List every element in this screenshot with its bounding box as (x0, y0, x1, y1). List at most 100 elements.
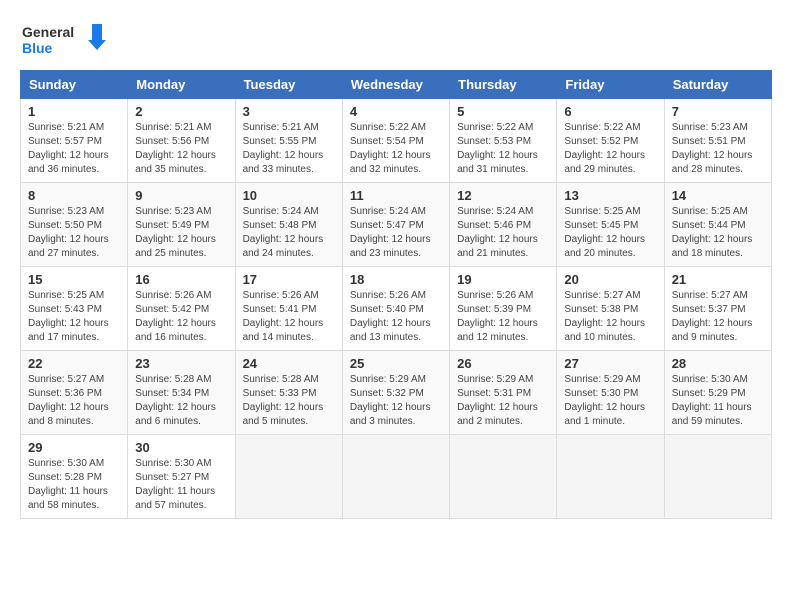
day-number: 20 (564, 272, 656, 287)
day-info: Sunrise: 5:26 AM Sunset: 5:42 PM Dayligh… (135, 289, 227, 345)
calendar-table: SundayMondayTuesdayWednesdayThursdayFrid… (20, 70, 772, 519)
day-number: 22 (28, 356, 120, 371)
day-info: Sunrise: 5:21 AM Sunset: 5:55 PM Dayligh… (243, 121, 335, 177)
day-info: Sunrise: 5:22 AM Sunset: 5:53 PM Dayligh… (457, 121, 549, 177)
weekday-header: Wednesday (342, 71, 449, 99)
weekday-header: Thursday (450, 71, 557, 99)
calendar-cell: 16 Sunrise: 5:26 AM Sunset: 5:42 PM Dayli… (128, 267, 235, 351)
day-number: 23 (135, 356, 227, 371)
day-number: 11 (350, 188, 442, 203)
calendar-cell: 8 Sunrise: 5:23 AM Sunset: 5:50 PM Daylig… (21, 183, 128, 267)
day-info: Sunrise: 5:29 AM Sunset: 5:30 PM Dayligh… (564, 373, 656, 429)
calendar-cell: 5 Sunrise: 5:22 AM Sunset: 5:53 PM Daylig… (450, 99, 557, 183)
calendar-cell (557, 435, 664, 519)
day-info: Sunrise: 5:21 AM Sunset: 5:57 PM Dayligh… (28, 121, 120, 177)
page-header: General Blue (20, 20, 772, 60)
day-number: 9 (135, 188, 227, 203)
day-info: Sunrise: 5:29 AM Sunset: 5:32 PM Dayligh… (350, 373, 442, 429)
calendar-cell: 9 Sunrise: 5:23 AM Sunset: 5:49 PM Daylig… (128, 183, 235, 267)
day-info: Sunrise: 5:28 AM Sunset: 5:33 PM Dayligh… (243, 373, 335, 429)
day-number: 8 (28, 188, 120, 203)
calendar-cell (342, 435, 449, 519)
day-info: Sunrise: 5:23 AM Sunset: 5:51 PM Dayligh… (672, 121, 764, 177)
day-info: Sunrise: 5:26 AM Sunset: 5:41 PM Dayligh… (243, 289, 335, 345)
logo-text: General Blue (20, 20, 110, 60)
day-info: Sunrise: 5:22 AM Sunset: 5:54 PM Dayligh… (350, 121, 442, 177)
day-info: Sunrise: 5:25 AM Sunset: 5:45 PM Dayligh… (564, 205, 656, 261)
svg-text:General: General (22, 24, 74, 40)
day-number: 2 (135, 104, 227, 119)
calendar-cell: 14 Sunrise: 5:25 AM Sunset: 5:44 PM Dayli… (664, 183, 771, 267)
day-number: 26 (457, 356, 549, 371)
day-number: 24 (243, 356, 335, 371)
calendar-cell: 20 Sunrise: 5:27 AM Sunset: 5:38 PM Dayli… (557, 267, 664, 351)
calendar-cell: 4 Sunrise: 5:22 AM Sunset: 5:54 PM Daylig… (342, 99, 449, 183)
weekday-header: Sunday (21, 71, 128, 99)
day-number: 15 (28, 272, 120, 287)
calendar-cell: 25 Sunrise: 5:29 AM Sunset: 5:32 PM Dayli… (342, 351, 449, 435)
calendar-cell: 11 Sunrise: 5:24 AM Sunset: 5:47 PM Dayli… (342, 183, 449, 267)
day-number: 25 (350, 356, 442, 371)
calendar-cell: 15 Sunrise: 5:25 AM Sunset: 5:43 PM Dayli… (21, 267, 128, 351)
calendar-cell: 30 Sunrise: 5:30 AM Sunset: 5:27 PM Dayli… (128, 435, 235, 519)
day-number: 30 (135, 440, 227, 455)
calendar-cell: 23 Sunrise: 5:28 AM Sunset: 5:34 PM Dayli… (128, 351, 235, 435)
logo-svg: General Blue (20, 20, 110, 60)
calendar-cell: 26 Sunrise: 5:29 AM Sunset: 5:31 PM Dayli… (450, 351, 557, 435)
day-info: Sunrise: 5:28 AM Sunset: 5:34 PM Dayligh… (135, 373, 227, 429)
day-info: Sunrise: 5:30 AM Sunset: 5:27 PM Dayligh… (135, 457, 227, 513)
calendar-cell: 1 Sunrise: 5:21 AM Sunset: 5:57 PM Daylig… (21, 99, 128, 183)
calendar-cell: 13 Sunrise: 5:25 AM Sunset: 5:45 PM Dayli… (557, 183, 664, 267)
day-number: 4 (350, 104, 442, 119)
day-number: 14 (672, 188, 764, 203)
weekday-header: Tuesday (235, 71, 342, 99)
weekday-header: Friday (557, 71, 664, 99)
day-info: Sunrise: 5:25 AM Sunset: 5:43 PM Dayligh… (28, 289, 120, 345)
day-info: Sunrise: 5:27 AM Sunset: 5:37 PM Dayligh… (672, 289, 764, 345)
day-info: Sunrise: 5:30 AM Sunset: 5:28 PM Dayligh… (28, 457, 120, 513)
day-number: 13 (564, 188, 656, 203)
calendar-cell (235, 435, 342, 519)
weekday-header: Monday (128, 71, 235, 99)
day-info: Sunrise: 5:21 AM Sunset: 5:56 PM Dayligh… (135, 121, 227, 177)
calendar-cell: 22 Sunrise: 5:27 AM Sunset: 5:36 PM Dayli… (21, 351, 128, 435)
day-number: 17 (243, 272, 335, 287)
logo: General Blue (20, 20, 110, 60)
svg-text:Blue: Blue (22, 40, 53, 56)
day-info: Sunrise: 5:25 AM Sunset: 5:44 PM Dayligh… (672, 205, 764, 261)
calendar-cell: 10Sunrise: 5:24 AM Sunset: 5:48 PM Dayli… (235, 183, 342, 267)
day-info: Sunrise: 5:29 AM Sunset: 5:31 PM Dayligh… (457, 373, 549, 429)
day-number: 5 (457, 104, 549, 119)
day-number: 3 (243, 104, 335, 119)
day-number: 1 (28, 104, 120, 119)
day-info: Sunrise: 5:24 AM Sunset: 5:46 PM Dayligh… (457, 205, 549, 261)
day-info: Sunrise: 5:27 AM Sunset: 5:36 PM Dayligh… (28, 373, 120, 429)
calendar-cell: 18 Sunrise: 5:26 AM Sunset: 5:40 PM Dayli… (342, 267, 449, 351)
day-number: 19 (457, 272, 549, 287)
calendar-cell: 24 Sunrise: 5:28 AM Sunset: 5:33 PM Dayli… (235, 351, 342, 435)
day-number: 29 (28, 440, 120, 455)
day-number: 28 (672, 356, 764, 371)
day-info: Sunrise: 5:24 AM Sunset: 5:47 PM Dayligh… (350, 205, 442, 261)
day-info: Sunrise: 5:26 AM Sunset: 5:40 PM Dayligh… (350, 289, 442, 345)
calendar-cell (450, 435, 557, 519)
day-number: 7 (672, 104, 764, 119)
calendar-cell (664, 435, 771, 519)
weekday-header: Saturday (664, 71, 771, 99)
day-number: 16 (135, 272, 227, 287)
day-info: Sunrise: 5:30 AM Sunset: 5:29 PM Dayligh… (672, 373, 764, 429)
day-info: Sunrise: 5:23 AM Sunset: 5:49 PM Dayligh… (135, 205, 227, 261)
calendar-cell: 29 Sunrise: 5:30 AM Sunset: 5:28 PM Dayli… (21, 435, 128, 519)
day-number: 12 (457, 188, 549, 203)
day-number: 21 (672, 272, 764, 287)
calendar-cell: 19 Sunrise: 5:26 AM Sunset: 5:39 PM Dayli… (450, 267, 557, 351)
calendar-cell: 3 Sunrise: 5:21 AM Sunset: 5:55 PM Daylig… (235, 99, 342, 183)
day-info: Sunrise: 5:23 AM Sunset: 5:50 PM Dayligh… (28, 205, 120, 261)
day-info: Sunrise: 5:26 AM Sunset: 5:39 PM Dayligh… (457, 289, 549, 345)
day-info: Sunrise: 5:27 AM Sunset: 5:38 PM Dayligh… (564, 289, 656, 345)
calendar-cell: 17 Sunrise: 5:26 AM Sunset: 5:41 PM Dayli… (235, 267, 342, 351)
day-number: 6 (564, 104, 656, 119)
day-number: 18 (350, 272, 442, 287)
calendar-cell: 21 Sunrise: 5:27 AM Sunset: 5:37 PM Dayli… (664, 267, 771, 351)
calendar-cell: 28 Sunrise: 5:30 AM Sunset: 5:29 PM Dayli… (664, 351, 771, 435)
